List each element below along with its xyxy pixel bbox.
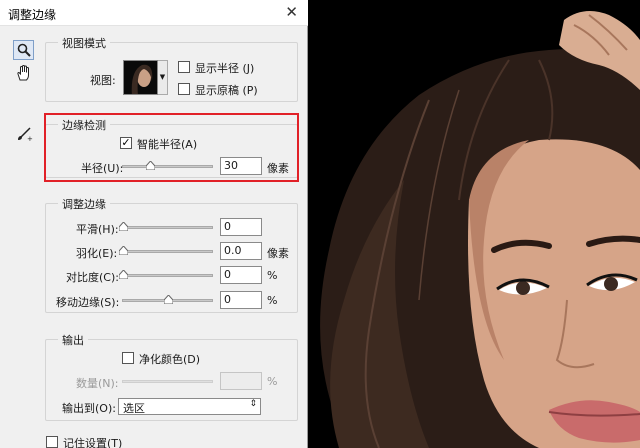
svg-text:+: + xyxy=(27,135,33,142)
close-icon[interactable]: ✕ xyxy=(285,4,298,20)
feather-label: 羽化(E): xyxy=(76,247,118,260)
show-original-label: 显示原稿 (P) xyxy=(195,84,258,97)
remember-settings-label: 记住设置(T) xyxy=(63,437,123,448)
decontaminate-checkbox[interactable] xyxy=(122,352,134,364)
view-mode-group: 视图模式 xyxy=(45,35,298,102)
show-radius-checkbox[interactable] xyxy=(178,61,190,73)
view-label: 视图: xyxy=(90,74,116,87)
refine-radius-brush-icon[interactable]: + xyxy=(16,124,34,142)
dialog-title: 调整边缘 xyxy=(8,8,57,22)
view-mode-label: 视图模式 xyxy=(58,35,110,51)
smooth-input[interactable]: 0 xyxy=(220,218,262,236)
contrast-unit: % xyxy=(267,269,278,282)
feather-slider[interactable] xyxy=(119,246,213,255)
contrast-input[interactable]: 0 xyxy=(220,266,262,284)
feather-slider-thumb[interactable] xyxy=(119,246,128,255)
remember-settings-checkbox[interactable] xyxy=(46,436,58,448)
portrait-thumbnail-image xyxy=(124,61,157,94)
edge-detection-highlight xyxy=(44,113,299,182)
hand-icon[interactable] xyxy=(15,64,33,82)
output-to-value: 选区 xyxy=(123,402,145,415)
show-radius-label: 显示半径 (J) xyxy=(195,62,255,75)
smooth-slider-thumb[interactable] xyxy=(119,222,128,231)
shift-edge-input[interactable]: 0 xyxy=(220,291,262,309)
show-original-checkbox[interactable] xyxy=(178,83,190,95)
amount-unit: % xyxy=(267,375,278,388)
zoom-icon xyxy=(17,43,31,57)
shift-edge-label: 移动边缘(S): xyxy=(56,296,120,309)
decontaminate-label: 净化颜色(D) xyxy=(139,353,201,366)
shift-edge-unit: % xyxy=(267,294,278,307)
amount-label: 数量(N): xyxy=(76,377,119,390)
amount-input xyxy=(220,372,262,390)
amount-slider xyxy=(122,380,213,383)
title-bar: 调整边缘 ✕ xyxy=(0,0,308,26)
zoom-tool-button[interactable] xyxy=(13,40,34,60)
smooth-label: 平滑(H): xyxy=(76,223,119,236)
preview-canvas[interactable] xyxy=(309,0,640,448)
shift-edge-slider-thumb[interactable] xyxy=(163,295,173,304)
smooth-slider[interactable] xyxy=(119,222,213,231)
shift-edge-slider[interactable] xyxy=(122,295,213,304)
select-arrow-icon: ⇕ xyxy=(249,399,257,409)
portrait-preview-image xyxy=(309,0,640,448)
adjust-edge-label: 调整边缘 xyxy=(58,196,110,212)
feather-unit: 像素 xyxy=(267,247,289,260)
view-thumbnail[interactable] xyxy=(123,60,158,95)
output-to-select[interactable]: 选区 ⇕ xyxy=(118,398,261,415)
contrast-slider[interactable] xyxy=(119,270,213,279)
output-label: 输出 xyxy=(58,332,88,348)
view-dropdown-arrow[interactable]: ▼ xyxy=(158,60,168,95)
refine-edge-dialog: 调整边缘 ✕ + 视图模式 视图: ▼ 显示半径 (J) 显示原稿 (P) 边缘… xyxy=(0,0,308,448)
contrast-label: 对比度(C): xyxy=(66,271,119,284)
output-to-label: 输出到(O): xyxy=(62,402,116,415)
feather-input[interactable]: 0.0 xyxy=(220,242,262,260)
contrast-slider-thumb[interactable] xyxy=(119,270,128,279)
